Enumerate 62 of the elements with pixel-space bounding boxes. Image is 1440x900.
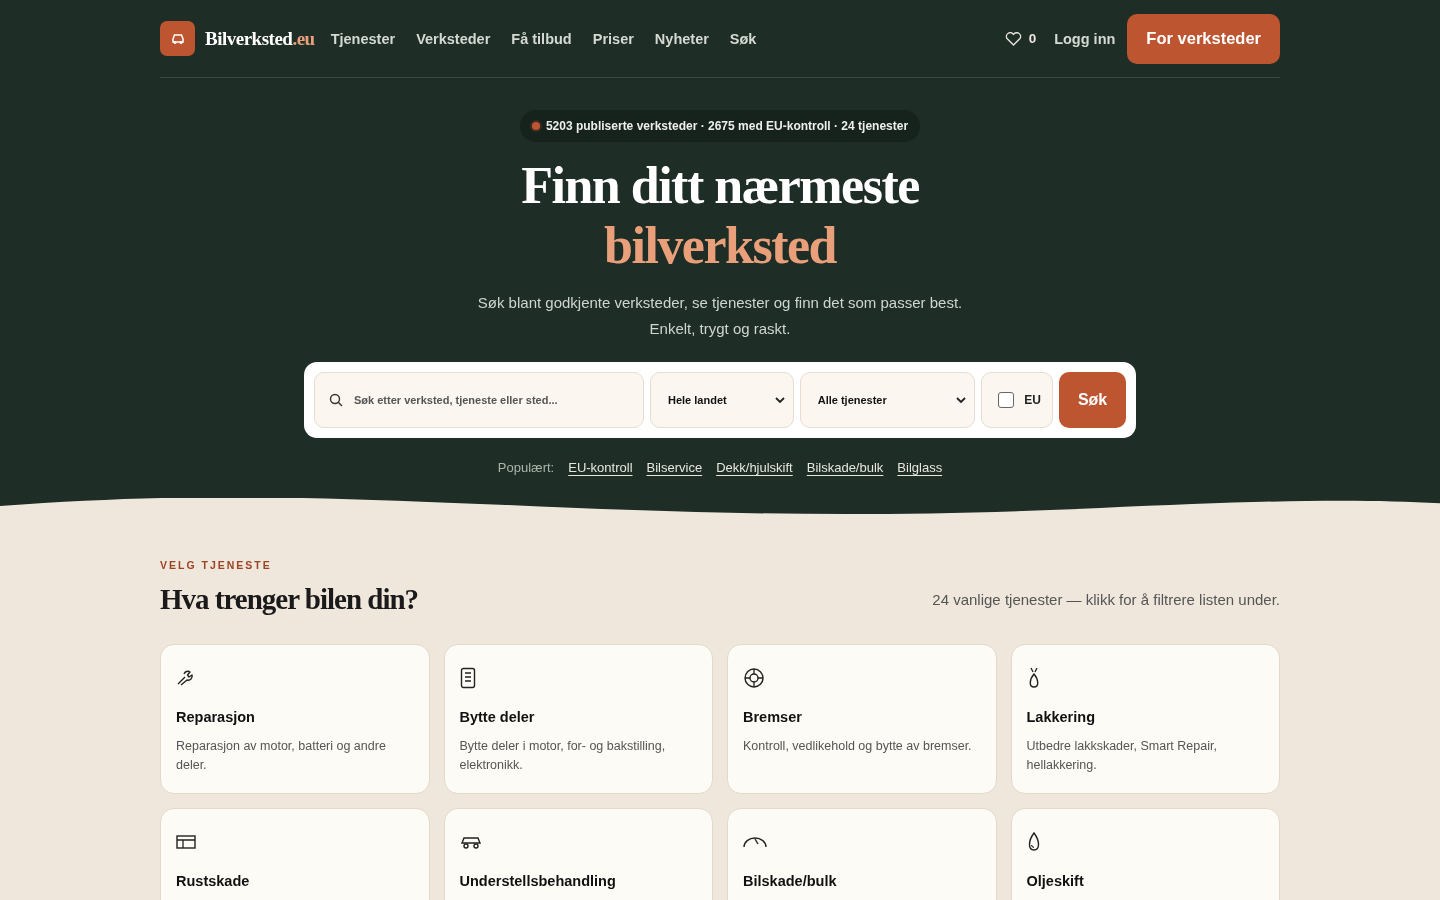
service-card[interactable]: Bilskade/bulk xyxy=(727,808,997,900)
nav-link[interactable]: Få tilbud xyxy=(511,30,572,47)
region-select[interactable]: Hele landet xyxy=(650,372,794,428)
service-card[interactable]: Rustskade xyxy=(160,808,430,900)
service-card[interactable]: Reparasjon Reparasjon av motor, batteri og andre deler. xyxy=(160,644,430,794)
service-card[interactable]: Lakkering Utbedre lakkskader, Smart Repair, hellakkering. xyxy=(1010,644,1280,794)
card-description: Reparasjon av motor, batteri og andre deler. xyxy=(176,738,387,774)
card-title: Reparasjon xyxy=(176,709,256,725)
eu-filter[interactable]: EU xyxy=(981,372,1054,428)
popular-link[interactable]: Bilglass xyxy=(897,460,943,475)
popular-label: Populært: xyxy=(497,460,555,475)
service-card[interactable]: Bremser Kontroll, vedlikehold og bytte av bremser. xyxy=(727,644,997,794)
panel-icon xyxy=(176,835,196,849)
hero-subtitle: Enkelt, trygt og raskt. xyxy=(649,319,791,339)
login-link[interactable]: Logg inn xyxy=(1054,30,1116,47)
section-title: Hva trenger bilen din? xyxy=(160,583,419,616)
heart-icon[interactable] xyxy=(1004,31,1022,46)
eu-checkbox[interactable] xyxy=(998,392,1015,408)
card-description: Bytte deler i motor, for- og bakstilling, elektronikk. xyxy=(459,738,667,774)
logo-text[interactable]: Bilverksted.eu xyxy=(205,27,315,50)
card-title: Understellsbehandling xyxy=(459,873,617,889)
chevron-down-icon xyxy=(956,396,967,404)
card-title: Bytte deler xyxy=(459,709,536,725)
service-select[interactable]: Alle tjenester xyxy=(799,372,976,428)
gauge-icon xyxy=(743,836,767,848)
section-eyebrow: VELG TJENESTE xyxy=(160,559,273,571)
car-icon xyxy=(459,835,482,849)
for-workshops-button[interactable]: For verksteder xyxy=(1127,13,1280,64)
wrench-icon xyxy=(176,670,196,686)
search-field[interactable]: Søk etter verksted, tjeneste eller sted... xyxy=(314,372,644,428)
popular-link[interactable]: Bilskade/bulk xyxy=(806,460,884,475)
popular-link[interactable]: Dekk/hjulskift xyxy=(716,460,793,475)
hero-title-highlight: bilverksted xyxy=(604,216,836,276)
document-icon xyxy=(459,667,476,689)
search-button[interactable]: Søk xyxy=(1059,372,1126,428)
favorites-count: 0 xyxy=(1028,31,1037,46)
card-title: Rustskade xyxy=(176,873,251,889)
stats-badge: 5203 publiserte verksteder · 2675 med EU-kontroll · 24 tjenester xyxy=(519,110,921,142)
drop-icon xyxy=(1026,832,1041,852)
popular-link[interactable]: Bilservice xyxy=(646,460,703,475)
nav-link[interactable]: Verksteder xyxy=(416,30,491,47)
logo-icon[interactable] xyxy=(160,21,195,56)
card-title: Oljeskift xyxy=(1026,873,1085,889)
card-title: Lakkering xyxy=(1026,709,1096,725)
card-description: Utbedre lakkskader, Smart Repair, hellakkering. xyxy=(1026,738,1218,774)
chevron-down-icon xyxy=(774,396,785,404)
nav-link[interactable]: Tjenester xyxy=(330,30,396,47)
nav-link[interactable]: Nyheter xyxy=(654,30,709,47)
nav-link[interactable]: Priser xyxy=(592,30,634,47)
card-title: Bilskade/bulk xyxy=(743,873,838,889)
target-icon xyxy=(743,667,765,689)
nav-link[interactable]: Søk xyxy=(729,30,757,47)
service-card[interactable]: Oljeskift xyxy=(1010,808,1280,900)
hero-title: Finn ditt nærmeste xyxy=(521,156,919,216)
hero-subtitle: Søk blant godkjente verksteder, se tjenester og finn det som passer best. xyxy=(477,293,963,313)
popular-link[interactable]: EU-kontroll xyxy=(568,460,633,475)
section-note: 24 vanlige tjenester — klikk for å filtrere listen under. xyxy=(932,591,1280,608)
card-title: Bremser xyxy=(743,709,803,725)
card-description: Kontroll, vedlikehold og bytte av bremser. xyxy=(743,738,973,755)
service-card[interactable]: Bytte deler Bytte deler i motor, for- og bakstilling, elektronikk. xyxy=(443,644,713,794)
service-card[interactable]: Understellsbehandling xyxy=(443,808,713,900)
search-icon xyxy=(329,393,343,407)
